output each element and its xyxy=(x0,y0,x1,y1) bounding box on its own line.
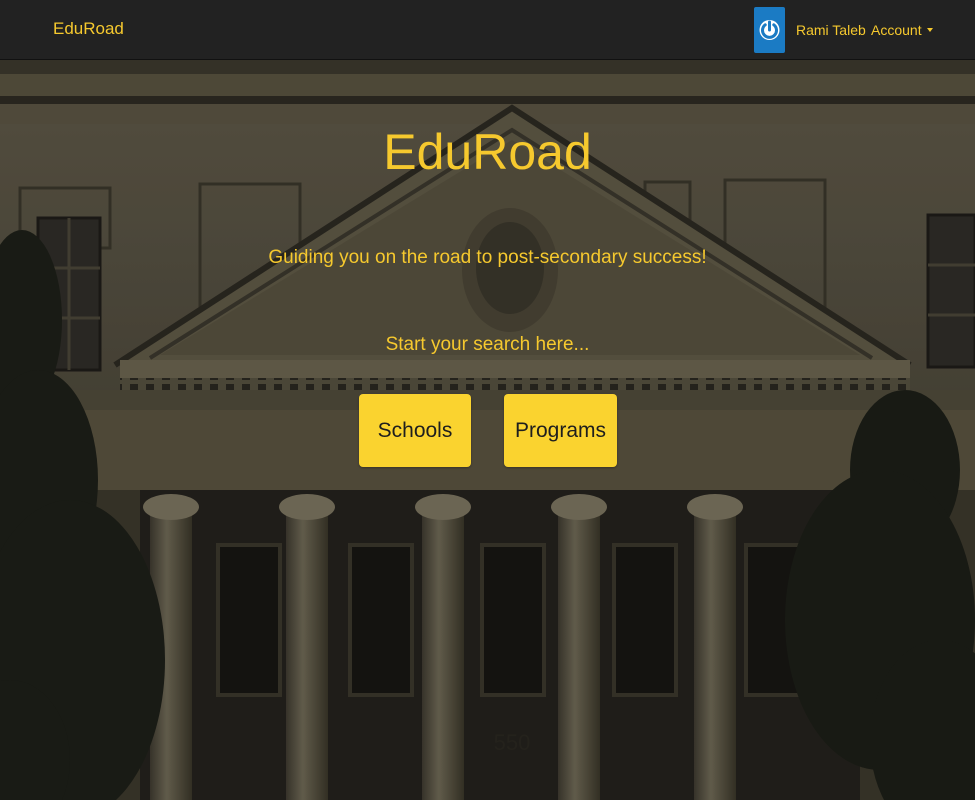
account-dropdown[interactable]: Account xyxy=(871,22,933,38)
navbar-brand-link[interactable]: EduRoad xyxy=(53,19,124,39)
hero-section: 550 EduRoad Guiding you on the road to p… xyxy=(0,60,975,800)
schools-button[interactable]: Schools xyxy=(359,394,471,467)
search-prompt: Start your search here... xyxy=(385,334,590,355)
hero-tagline: Guiding you on the road to post-secondar… xyxy=(268,247,707,268)
hero-title: EduRoad xyxy=(383,124,592,180)
account-label: Account xyxy=(871,22,922,38)
programs-button[interactable]: Programs xyxy=(504,394,617,467)
user-name-link[interactable]: Rami Taleb xyxy=(796,22,866,38)
user-avatar[interactable] xyxy=(754,7,785,53)
top-navbar: EduRoad Rami Taleb Account xyxy=(0,0,975,60)
caret-down-icon xyxy=(926,28,933,33)
power-icon xyxy=(759,20,780,40)
